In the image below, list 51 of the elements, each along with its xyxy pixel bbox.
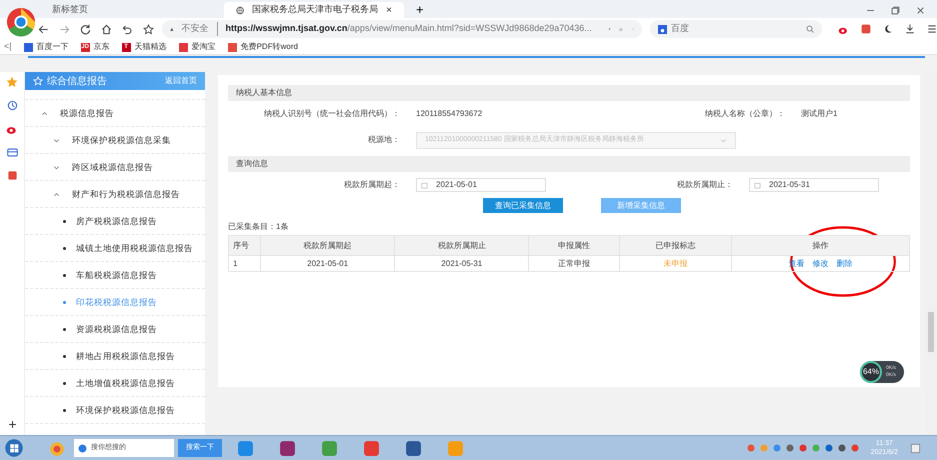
table-cell: 2021-05-31 (394, 256, 529, 272)
tree-node[interactable]: 税源信息报告 (41, 106, 114, 120)
security-label: 不安全 (182, 22, 218, 36)
field-label: 纳税人识别号（统一社会信用代码）： (263, 108, 401, 120)
tree-leaf[interactable]: 耕地占用税税源信息报告 (63, 350, 175, 362)
column-header: 序号 (228, 236, 260, 256)
action-link[interactable]: 删除 (836, 258, 852, 270)
action-link[interactable]: 修改 (812, 258, 828, 270)
bookmark[interactable]: 免费PDF转word (228, 41, 298, 53)
browser-tab[interactable]: 国家税务总局天津市电子税务局 × (224, 2, 404, 18)
column-header: 申报属性 (528, 236, 620, 256)
table-cell: 2021-05-01 (260, 256, 395, 272)
status-cell: 未申报 (619, 256, 732, 272)
date-field[interactable]: 2021-05-31 (749, 178, 879, 192)
column-header: 税款所属期止 (394, 236, 529, 256)
tree-leaf[interactable]: 环境保护税税源信息报告 (63, 404, 175, 416)
tree-node[interactable]: 跨区域税源信息报告 (53, 160, 153, 174)
section-heading: 纳税人基本信息 (228, 85, 910, 101)
tree-leaf[interactable]: 土地增值税税源信息报告 (63, 376, 175, 390)
close-tab-button[interactable]: × (386, 2, 392, 18)
table-cell: 正常申报 (528, 256, 620, 272)
tree-leaf[interactable]: 房产税税源信息报告 (63, 214, 157, 228)
table-cell: 1 (228, 256, 260, 272)
field-value: 测试用户1 (800, 108, 838, 120)
address-bar[interactable]: 不安全 https://wsswjmn.tjsat.gov.cn/apps/view/menuMain.html?sid=WSSWJd9868de29a70436... (162, 20, 642, 38)
tree-node[interactable]: 财产和行为税税源信息报告 (53, 188, 180, 200)
bookmark[interactable]: 百度一下 (24, 41, 69, 53)
field-label: 税款所属期起： (343, 179, 401, 191)
field-label: 纳税人名称（公章）： (704, 108, 786, 120)
field-label: 税源地： (367, 134, 401, 146)
field-label: 税款所属期止： (676, 179, 734, 191)
tree-leaf[interactable]: 资源税税源信息报告 (63, 322, 157, 336)
bookmark[interactable]: 爱淘宝 (178, 41, 216, 53)
date-field[interactable]: 2021-05-01 (416, 178, 546, 192)
browser-tab[interactable]: 新标签页 (40, 2, 220, 18)
column-header: 已申报标志 (619, 236, 732, 256)
sidebar-title: 综合信息报告 (47, 74, 108, 88)
column-header: 税款所属期起 (260, 236, 395, 256)
search-box[interactable]: 百度 (650, 20, 822, 38)
section-heading: 查询信息 (228, 156, 910, 172)
new-tab-button[interactable]: + (408, 2, 432, 18)
tree-leaf[interactable]: 车船税税源信息报告 (63, 268, 157, 282)
tree-leaf[interactable]: 城镇土地使用税税源信息报告 (63, 242, 193, 254)
column-header: 操作 (731, 236, 910, 256)
tree-leaf[interactable]: 印花税税源信息报告 (63, 296, 157, 308)
field-value: 120118554793672 (415, 108, 484, 120)
sidebar-toggle-icon[interactable]: <| (4, 40, 12, 54)
record-count: 已采集条目：1条 (228, 221, 290, 233)
url-text: https://wsswjmn.tjsat.gov.cn/apps/view/menuMain.html?sid=WSSWJd9868de29a70436... (226, 22, 592, 36)
search-button[interactable]: 查询已采集信息 (483, 198, 563, 213)
tree-node[interactable]: 环境保护税税源信息采集 (53, 134, 171, 146)
